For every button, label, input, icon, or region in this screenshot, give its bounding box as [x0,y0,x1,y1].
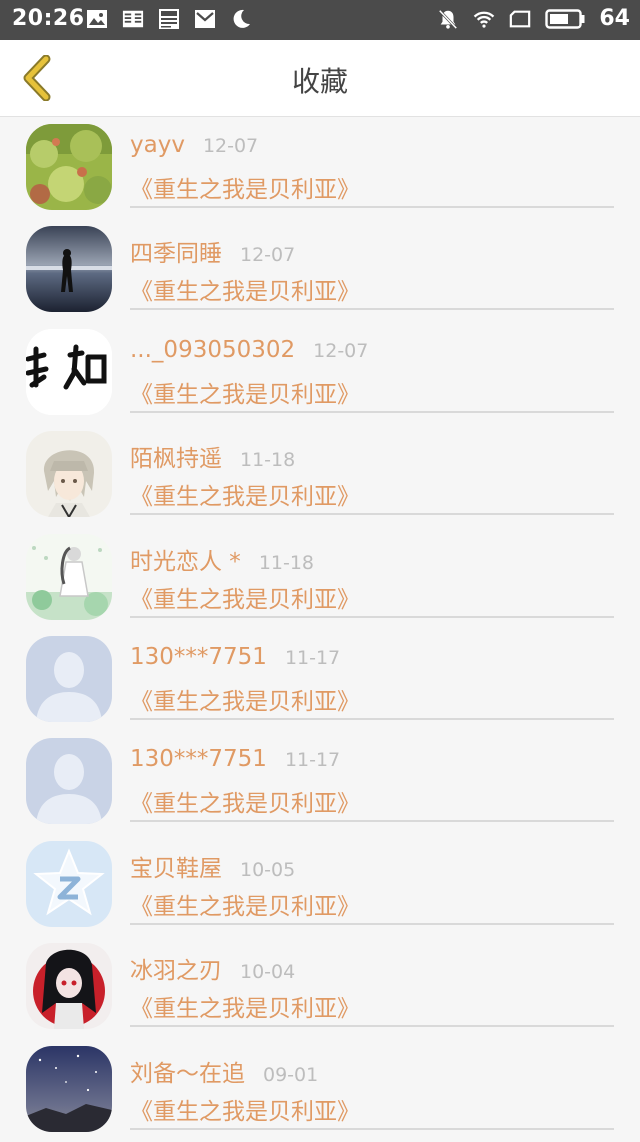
user-name: 130***7751 [130,643,267,670]
divider [130,513,614,516]
favorite-date: 11-18 [240,449,296,472]
avatar[interactable] [26,124,112,210]
divider [130,1127,614,1130]
user-name: 宝贝鞋屋 [130,855,222,882]
avatar[interactable] [26,533,112,620]
user-name: 刘备～在追 [130,1060,245,1087]
book-title[interactable]: 《重生之我是贝利亚》 [130,989,360,1023]
reader-icon [122,8,144,30]
avatar[interactable] [26,840,112,927]
divider [130,922,614,925]
wifi-icon [473,8,495,30]
favorite-date: 10-05 [240,858,296,881]
favorite-date: 11-17 [284,646,341,669]
book-title[interactable]: 《重生之我是贝利亚》 [130,272,360,306]
avatar[interactable] [26,738,112,825]
title-bar: 收藏 [0,40,640,117]
book-title[interactable]: 《重生之我是贝利亚》 [130,784,360,818]
list-item[interactable]: yayv 12-07 《重生之我是贝利亚》 [0,118,640,220]
news-icon [158,8,180,30]
favorite-date: 12-07 [313,339,369,362]
book-title[interactable]: 《重生之我是贝利亚》 [130,1092,360,1126]
user-name: yayv [130,132,185,158]
mute-icon [437,8,459,30]
avatar[interactable] [26,226,112,313]
favorite-date: 11-18 [258,551,315,574]
favorite-date: 12-07 [240,244,296,267]
avatar[interactable] [26,328,112,415]
book-title[interactable]: 《重生之我是贝利亚》 [130,375,360,409]
list-item[interactable]: ..._093050302 12-07 《重生之我是贝利亚》 [0,323,640,425]
book-title[interactable]: 《重生之我是贝利亚》 [130,170,360,204]
user-name: ..._093050302 [130,336,296,363]
list-item[interactable]: 130***7751 11-17 《重生之我是贝利亚》 [0,732,640,834]
divider [130,308,614,311]
favorite-date: 09-01 [263,1063,319,1086]
user-name: 四季同睡 [130,241,222,268]
avatar[interactable] [26,635,112,722]
list-item[interactable]: 130***7751 11-17 《重生之我是贝利亚》 [0,630,640,732]
image-icon [86,8,108,30]
status-bar: 20:26 64 [0,0,640,40]
notification-icons [86,8,252,30]
divider [130,410,614,413]
moon-icon [230,8,252,30]
user-name: 时光恋人 * [130,548,241,575]
favorite-date: 11-17 [284,749,341,772]
favorite-date: 10-04 [240,961,296,984]
list-item[interactable]: 刘备～在追 09-01 《重生之我是贝利亚》 [0,1040,640,1142]
user-name: 陌枫持遥 [130,446,222,473]
battery-level: 64 [599,6,630,31]
avatar[interactable] [26,431,112,518]
user-name: 130***7751 [130,746,267,773]
book-title[interactable]: 《重生之我是贝利亚》 [130,580,360,614]
book-title[interactable]: 《重生之我是贝利亚》 [130,682,360,716]
book-title[interactable]: 《重生之我是贝利亚》 [130,477,360,511]
avatar[interactable] [26,1045,112,1132]
favorites-list: yayv 12-07 《重生之我是贝利亚》 四季同睡 12-07 《重生之我是贝利亚… [0,118,640,1142]
page-title: 收藏 [291,65,348,98]
divider [130,717,614,720]
divider [130,1025,614,1028]
list-item[interactable]: 时光恋人 * 11-18 《重生之我是贝利亚》 [0,528,640,630]
divider [130,820,614,823]
mail-icon [194,8,216,30]
avatar[interactable] [26,943,112,1030]
list-item[interactable]: 冰羽之刃 10-04 《重生之我是贝利亚》 [0,937,640,1039]
divider [130,206,614,208]
screen-icon [509,8,531,30]
divider [130,615,614,618]
list-item[interactable]: 宝贝鞋屋 10-05 《重生之我是贝利亚》 [0,835,640,937]
list-item[interactable]: 陌枫持遥 11-18 《重生之我是贝利亚》 [0,425,640,527]
favorite-date: 12-07 [202,135,259,157]
list-item[interactable]: 四季同睡 12-07 《重生之我是贝利亚》 [0,220,640,322]
system-icons: 64 [437,6,630,31]
book-title[interactable]: 《重生之我是贝利亚》 [130,887,360,921]
battery-icon [545,8,585,30]
status-time: 20:26 [12,6,85,31]
user-name: 冰羽之刃 [130,958,222,985]
